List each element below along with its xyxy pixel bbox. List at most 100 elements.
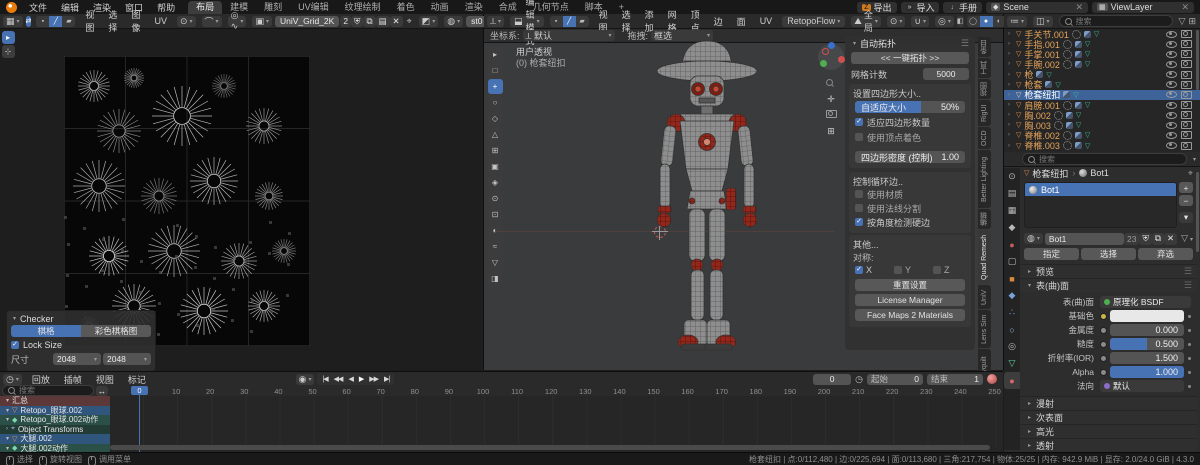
pan-hand-icon[interactable]: ✛ (822, 94, 840, 110)
image-edit-dropdown[interactable]: ◍ ▾ (444, 15, 464, 27)
constraints-tab-icon[interactable]: ◎ (1004, 338, 1020, 355)
surface-section[interactable]: ▾ 表(曲)面 ☰ (1020, 278, 1197, 292)
uv-select-face[interactable]: ▰ (62, 15, 76, 27)
gizmo-axis-x[interactable] (838, 56, 845, 63)
normal-dropdown[interactable]: 默认 (1100, 380, 1184, 392)
expand-arrow-icon[interactable]: › (1008, 92, 1016, 98)
current-frame-badge[interactable]: 0 (131, 386, 148, 395)
sidebar-tab-工具[interactable]: 工具 (978, 58, 991, 78)
disable-render-camera-icon[interactable] (1181, 111, 1192, 120)
hide-eye-icon[interactable] (1166, 30, 1177, 38)
viewport-tool-7[interactable]: ▣ (487, 159, 503, 174)
channel-expand-icon[interactable]: ▾ (6, 416, 9, 423)
sidebar-tab-UniV[interactable]: UniV (978, 285, 991, 309)
channel-expand-icon[interactable]: ▾ (6, 435, 9, 442)
next-key-button[interactable]: ▶▶ (366, 375, 381, 383)
uv-menu-图像[interactable]: 图像 (124, 8, 147, 34)
workspace-tab[interactable]: 纹理绘制 (337, 1, 389, 14)
viewport-tool-3[interactable]: ○ (487, 95, 503, 110)
orientation-dropdown[interactable]: ⛰ 全局 ▾ (851, 10, 881, 33)
section-高光[interactable]: ▸ 高光 (1020, 424, 1197, 438)
frame-start-field[interactable]: 起始 0 (867, 373, 923, 385)
deselect-button[interactable]: 弃选 (1138, 248, 1193, 260)
density-slider[interactable]: 四边形密度 (控制) 1.00 (855, 151, 965, 163)
collection-tab-icon[interactable]: ▢ (1004, 253, 1020, 270)
uv-snap-dropdown[interactable]: ⌒ ▾ (201, 15, 222, 27)
uv-menu-视图[interactable]: 视图 (78, 8, 101, 34)
autokey-toggle[interactable]: ◉ ▾ (295, 373, 315, 385)
viewport-tool-0[interactable]: ▸ (487, 47, 503, 62)
jump-start-button[interactable]: |◀ (319, 375, 330, 383)
channel-group[interactable]: › ⌖ Object Transforms (0, 424, 110, 434)
vp-menu-UV[interactable]: UV (753, 16, 780, 26)
retopoflow-menu[interactable]: RetopoFlow ▾ (782, 15, 846, 27)
expand-arrow-icon[interactable]: › (1008, 132, 1016, 138)
section-漫射[interactable]: ▸ 漫射 (1020, 396, 1197, 410)
timeline-ruler[interactable]: 10 20 30 40 50 60 70 80 90 100 110 120 130 140 150 160 1… (0, 386, 1003, 396)
expand-arrow-icon[interactable]: › (1008, 112, 1016, 118)
data-tab-icon[interactable]: ▽ (1004, 355, 1020, 372)
disable-render-camera-icon[interactable] (1181, 30, 1192, 39)
uv-texture-image[interactable] (64, 56, 310, 346)
image-name-field[interactable]: UniV_Grid_2K (274, 15, 340, 27)
viewport-tool-5[interactable]: △ (487, 127, 503, 142)
breadcrumb-object[interactable]: 枪套纽扣 (1032, 167, 1068, 180)
uv-cursor-tool[interactable]: ⊹ (1, 45, 15, 58)
material-tab-icon[interactable]: ● (1004, 372, 1020, 389)
hard-edges-checkbox[interactable]: ✓ (855, 218, 863, 226)
filter-funnel-icon[interactable]: ▽ (1179, 16, 1186, 27)
unlink-image-button[interactable]: ✕ (389, 15, 403, 27)
timeline-scrollbar[interactable] (110, 445, 990, 450)
remove-slot-button[interactable]: − (1179, 195, 1193, 206)
shading-solid[interactable]: ● (979, 15, 993, 27)
particles-tab-icon[interactable]: ∴ (1004, 304, 1020, 321)
image-users-count[interactable]: 2 (340, 15, 352, 27)
modifiers-tab-icon[interactable]: ◆ (1004, 287, 1020, 304)
size-y-dropdown[interactable]: 2048 ▾ (103, 353, 151, 365)
uv-menu-UV[interactable]: UV (147, 16, 174, 26)
current-frame-field[interactable]: 0 (813, 373, 852, 385)
uv-select-edge[interactable]: ╱ (49, 15, 63, 27)
robot-model-render[interactable] (600, 36, 820, 376)
select-mode-vertex[interactable]: ▪ (549, 15, 563, 27)
xray-toggle[interactable]: ◧ (956, 15, 964, 27)
section-次表面[interactable]: ▸ 次表面 (1020, 410, 1197, 424)
playhead[interactable] (139, 386, 140, 452)
keyframe-lane[interactable] (110, 396, 1003, 448)
vertex-color-checkbox[interactable] (855, 133, 863, 141)
uv-pivot-dropdown[interactable]: ⊙ ▾ (176, 15, 196, 27)
shading-wireframe[interactable]: ◯ (966, 15, 980, 27)
hide-eye-icon[interactable] (1166, 121, 1177, 129)
material-slot-item[interactable]: Bot1 (1025, 183, 1176, 196)
pin-icon[interactable]: ⌖ (407, 16, 412, 27)
outliner-scrollbar[interactable] (1196, 30, 1199, 90)
vp-menu-边[interactable]: 边 (707, 15, 730, 28)
count-field[interactable]: 5000 (923, 68, 969, 80)
object-tab-icon[interactable]: ■ (1004, 270, 1020, 287)
disable-render-camera-icon[interactable] (1181, 90, 1192, 99)
sidebar-tab-Quad Remesh[interactable]: Quad Remesh (978, 230, 991, 284)
world-tab-icon[interactable]: ● (1004, 236, 1020, 253)
workspace-tab[interactable]: 动画 (423, 1, 457, 14)
expand-arrow-icon[interactable]: › (1008, 51, 1016, 57)
hide-eye-icon[interactable] (1166, 101, 1177, 109)
copy-material-icon[interactable]: ⧉ (1151, 232, 1164, 245)
image-browse-dropdown[interactable]: ▣ ▾ (252, 15, 272, 27)
expand-arrow-icon[interactable]: › (1008, 72, 1016, 78)
outliner-display-mode[interactable]: ≔ ▾ (1007, 15, 1028, 27)
disable-render-camera-icon[interactable] (1181, 40, 1192, 49)
sidebar-tab-条目[interactable]: 条目 (978, 37, 991, 57)
expand-arrow-icon[interactable]: › (1008, 102, 1016, 108)
channel-expand-icon[interactable]: ▾ (6, 397, 9, 404)
symmetry-y-checkbox[interactable] (894, 266, 902, 274)
workspace-tab[interactable]: 渲染 (457, 1, 491, 14)
expand-arrow-icon[interactable]: › (1008, 82, 1016, 88)
tl-menu-插帧[interactable]: 插帧 (57, 373, 89, 386)
viewport-tool-12[interactable]: ≈ (487, 239, 503, 254)
channel-expand-icon[interactable]: ▾ (6, 407, 9, 414)
manual-button[interactable]: ↓ 手册 (943, 1, 982, 13)
display-channels-dropdown[interactable]: ◩ ▾ (418, 15, 439, 27)
hide-eye-icon[interactable] (1166, 91, 1177, 99)
scene-tab-icon[interactable]: ◆ (1004, 219, 1020, 236)
material-users-count[interactable]: 23 (1124, 232, 1140, 245)
